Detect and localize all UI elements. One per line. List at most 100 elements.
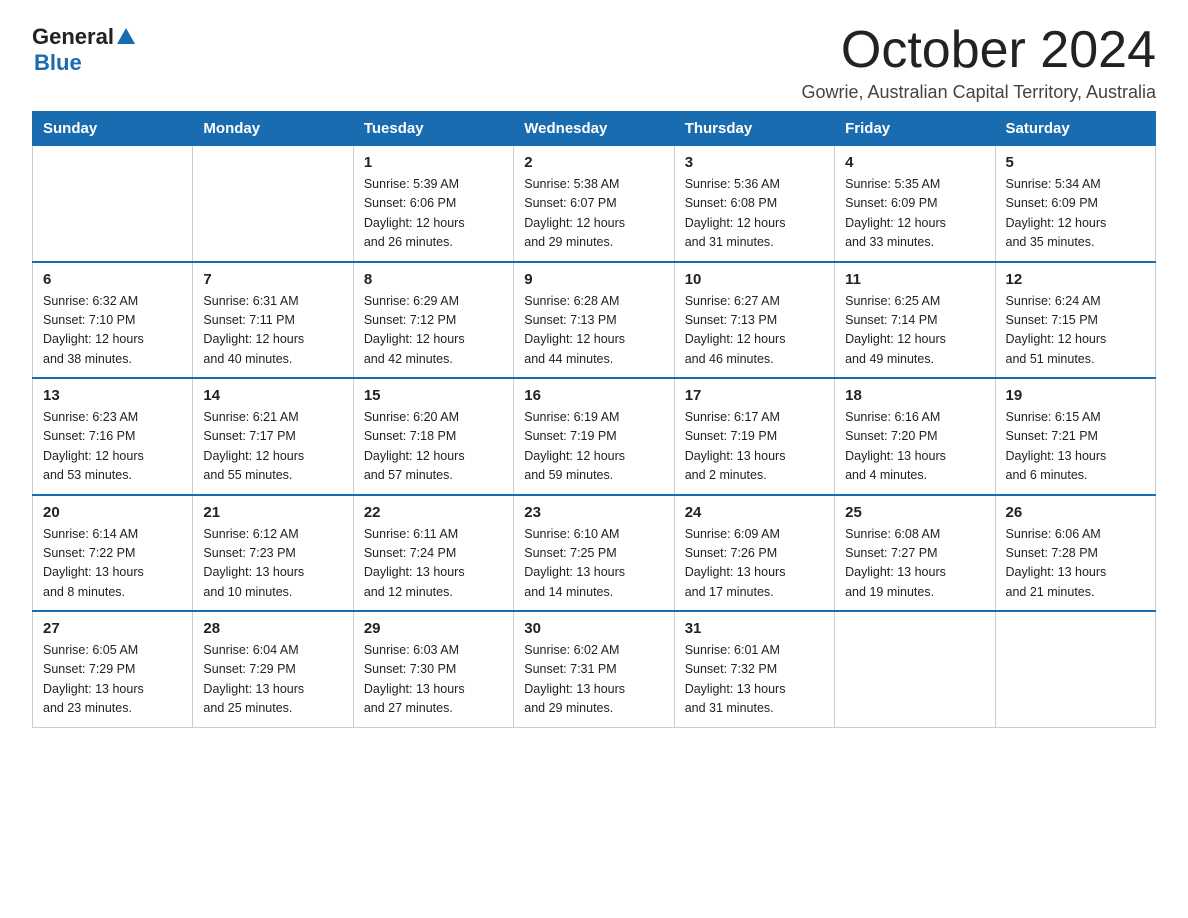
calendar-day-cell: 16Sunrise: 6:19 AM Sunset: 7:19 PM Dayli… <box>514 378 674 495</box>
logo-icon <box>115 26 137 48</box>
day-number: 9 <box>524 271 663 288</box>
day-number: 23 <box>524 504 663 521</box>
day-number: 12 <box>1006 271 1145 288</box>
calendar-day-cell: 8 Sunrise: 6:29 AM Sunset: 7:12 PM Daylig… <box>353 262 513 379</box>
day-number: 24 <box>685 504 824 521</box>
day-info: Sunrise: 6:17 AM Sunset: 7:19 PM Dayligh… <box>685 408 824 486</box>
day-info: Sunrise: 6:02 AM Sunset: 7:31 PM Dayligh… <box>524 641 663 719</box>
day-number: 25 <box>845 504 984 521</box>
day-info: Sunrise: 6:28 AM Sunset: 7:13 PM Dayligh… <box>524 292 663 370</box>
day-info: Sunrise: 5:39 AM Sunset: 6:06 PM Dayligh… <box>364 175 503 253</box>
day-number: 29 <box>364 620 503 637</box>
day-info: Sunrise: 6:06 AM Sunset: 7:28 PM Dayligh… <box>1006 525 1145 603</box>
calendar-week-row: 13 Sunrise: 6:23 AM Sunset: 7:16 PM Dayli… <box>33 378 1156 495</box>
calendar-day-cell: 14 Sunrise: 6:21 AM Sunset: 7:17 PM Dayli… <box>193 378 353 495</box>
day-number: 7 <box>203 271 342 288</box>
day-of-week-header: Tuesday <box>353 112 513 146</box>
day-number: 8 <box>364 271 503 288</box>
calendar-day-cell <box>835 611 995 727</box>
day-info: Sunrise: 6:31 AM Sunset: 7:11 PM Dayligh… <box>203 292 342 370</box>
calendar-day-cell: 13 Sunrise: 6:23 AM Sunset: 7:16 PM Dayli… <box>33 378 193 495</box>
calendar-day-cell: 24 Sunrise: 6:09 AM Sunset: 7:26 PM Dayli… <box>674 495 834 612</box>
day-number: 6 <box>43 271 182 288</box>
day-number: 11 <box>845 271 984 288</box>
calendar-header-row: SundayMondayTuesdayWednesdayThursdayFrid… <box>33 112 1156 146</box>
calendar-day-cell: 20Sunrise: 6:14 AM Sunset: 7:22 PM Dayli… <box>33 495 193 612</box>
day-of-week-header: Saturday <box>995 112 1155 146</box>
day-number: 10 <box>685 271 824 288</box>
calendar-day-cell: 19 Sunrise: 6:15 AM Sunset: 7:21 PM Dayli… <box>995 378 1155 495</box>
calendar-day-cell: 5Sunrise: 5:34 AM Sunset: 6:09 PM Daylig… <box>995 146 1155 262</box>
calendar-table: SundayMondayTuesdayWednesdayThursdayFrid… <box>32 111 1156 728</box>
day-number: 4 <box>845 154 984 171</box>
day-info: Sunrise: 6:14 AM Sunset: 7:22 PM Dayligh… <box>43 525 182 603</box>
day-info: Sunrise: 6:11 AM Sunset: 7:24 PM Dayligh… <box>364 525 503 603</box>
logo: General Blue <box>32 24 138 76</box>
calendar-week-row: 6 Sunrise: 6:32 AM Sunset: 7:10 PM Daylig… <box>33 262 1156 379</box>
calendar-week-row: 1Sunrise: 5:39 AM Sunset: 6:06 PM Daylig… <box>33 146 1156 262</box>
calendar-day-cell: 2Sunrise: 5:38 AM Sunset: 6:07 PM Daylig… <box>514 146 674 262</box>
day-number: 18 <box>845 387 984 404</box>
calendar-day-cell: 3 Sunrise: 5:36 AM Sunset: 6:08 PM Daylig… <box>674 146 834 262</box>
calendar-day-cell: 11 Sunrise: 6:25 AM Sunset: 7:14 PM Dayli… <box>835 262 995 379</box>
calendar-day-cell <box>193 146 353 262</box>
calendar-day-cell: 25 Sunrise: 6:08 AM Sunset: 7:27 PM Dayli… <box>835 495 995 612</box>
calendar-day-cell: 18Sunrise: 6:16 AM Sunset: 7:20 PM Dayli… <box>835 378 995 495</box>
calendar-day-cell: 22Sunrise: 6:11 AM Sunset: 7:24 PM Dayli… <box>353 495 513 612</box>
month-title: October 2024 <box>802 24 1156 76</box>
calendar-week-row: 27Sunrise: 6:05 AM Sunset: 7:29 PM Dayli… <box>33 611 1156 727</box>
day-number: 26 <box>1006 504 1145 521</box>
day-number: 17 <box>685 387 824 404</box>
day-info: Sunrise: 6:32 AM Sunset: 7:10 PM Dayligh… <box>43 292 182 370</box>
day-info: Sunrise: 6:25 AM Sunset: 7:14 PM Dayligh… <box>845 292 984 370</box>
calendar-day-cell: 31Sunrise: 6:01 AM Sunset: 7:32 PM Dayli… <box>674 611 834 727</box>
day-info: Sunrise: 6:29 AM Sunset: 7:12 PM Dayligh… <box>364 292 503 370</box>
logo-general-text: General <box>32 24 114 50</box>
day-info: Sunrise: 5:36 AM Sunset: 6:08 PM Dayligh… <box>685 175 824 253</box>
day-of-week-header: Thursday <box>674 112 834 146</box>
calendar-day-cell: 4Sunrise: 5:35 AM Sunset: 6:09 PM Daylig… <box>835 146 995 262</box>
calendar-day-cell: 29 Sunrise: 6:03 AM Sunset: 7:30 PM Dayli… <box>353 611 513 727</box>
calendar-day-cell: 9 Sunrise: 6:28 AM Sunset: 7:13 PM Daylig… <box>514 262 674 379</box>
calendar-day-cell: 15 Sunrise: 6:20 AM Sunset: 7:18 PM Dayli… <box>353 378 513 495</box>
calendar-week-row: 20Sunrise: 6:14 AM Sunset: 7:22 PM Dayli… <box>33 495 1156 612</box>
day-number: 5 <box>1006 154 1145 171</box>
day-number: 19 <box>1006 387 1145 404</box>
day-info: Sunrise: 6:04 AM Sunset: 7:29 PM Dayligh… <box>203 641 342 719</box>
day-info: Sunrise: 6:23 AM Sunset: 7:16 PM Dayligh… <box>43 408 182 486</box>
day-number: 30 <box>524 620 663 637</box>
day-info: Sunrise: 6:05 AM Sunset: 7:29 PM Dayligh… <box>43 641 182 719</box>
day-number: 3 <box>685 154 824 171</box>
calendar-day-cell: 6 Sunrise: 6:32 AM Sunset: 7:10 PM Daylig… <box>33 262 193 379</box>
day-info: Sunrise: 6:15 AM Sunset: 7:21 PM Dayligh… <box>1006 408 1145 486</box>
day-info: Sunrise: 6:09 AM Sunset: 7:26 PM Dayligh… <box>685 525 824 603</box>
day-info: Sunrise: 5:38 AM Sunset: 6:07 PM Dayligh… <box>524 175 663 253</box>
calendar-day-cell: 17 Sunrise: 6:17 AM Sunset: 7:19 PM Dayli… <box>674 378 834 495</box>
day-info: Sunrise: 6:19 AM Sunset: 7:19 PM Dayligh… <box>524 408 663 486</box>
logo-blue-text: Blue <box>34 50 82 75</box>
calendar-day-cell: 27Sunrise: 6:05 AM Sunset: 7:29 PM Dayli… <box>33 611 193 727</box>
day-info: Sunrise: 6:27 AM Sunset: 7:13 PM Dayligh… <box>685 292 824 370</box>
calendar-day-cell: 10 Sunrise: 6:27 AM Sunset: 7:13 PM Dayli… <box>674 262 834 379</box>
day-of-week-header: Wednesday <box>514 112 674 146</box>
day-of-week-header: Sunday <box>33 112 193 146</box>
calendar-day-cell: 26 Sunrise: 6:06 AM Sunset: 7:28 PM Dayli… <box>995 495 1155 612</box>
day-number: 13 <box>43 387 182 404</box>
day-of-week-header: Monday <box>193 112 353 146</box>
calendar-day-cell: 1Sunrise: 5:39 AM Sunset: 6:06 PM Daylig… <box>353 146 513 262</box>
day-number: 21 <box>203 504 342 521</box>
day-info: Sunrise: 6:20 AM Sunset: 7:18 PM Dayligh… <box>364 408 503 486</box>
day-number: 14 <box>203 387 342 404</box>
day-number: 15 <box>364 387 503 404</box>
calendar-day-cell <box>33 146 193 262</box>
calendar-day-cell: 30 Sunrise: 6:02 AM Sunset: 7:31 PM Dayli… <box>514 611 674 727</box>
day-info: Sunrise: 6:10 AM Sunset: 7:25 PM Dayligh… <box>524 525 663 603</box>
day-number: 31 <box>685 620 824 637</box>
calendar-day-cell: 28 Sunrise: 6:04 AM Sunset: 7:29 PM Dayli… <box>193 611 353 727</box>
day-info: Sunrise: 6:12 AM Sunset: 7:23 PM Dayligh… <box>203 525 342 603</box>
day-number: 28 <box>203 620 342 637</box>
calendar-day-cell <box>995 611 1155 727</box>
day-info: Sunrise: 6:08 AM Sunset: 7:27 PM Dayligh… <box>845 525 984 603</box>
day-info: Sunrise: 6:21 AM Sunset: 7:17 PM Dayligh… <box>203 408 342 486</box>
day-info: Sunrise: 6:03 AM Sunset: 7:30 PM Dayligh… <box>364 641 503 719</box>
